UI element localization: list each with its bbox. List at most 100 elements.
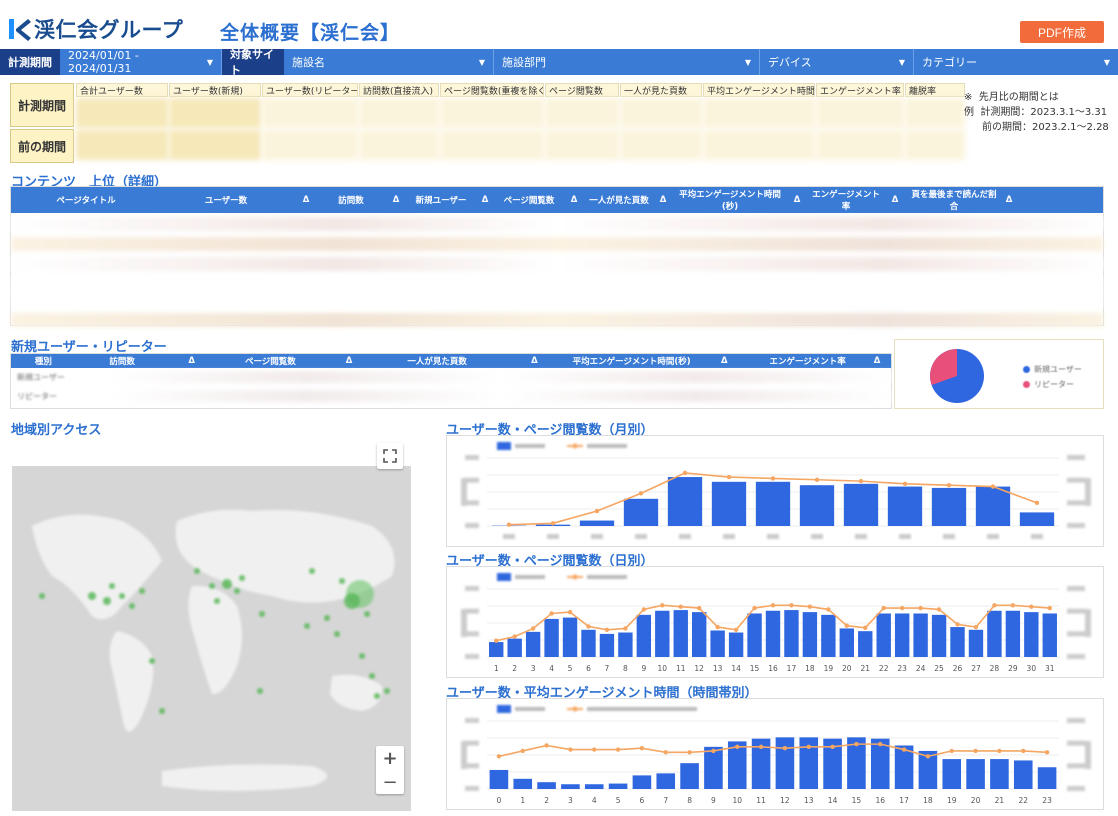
map-zoom-in-button[interactable]: + xyxy=(376,746,404,770)
chart-bar[interactable] xyxy=(525,631,541,657)
chart-point[interactable] xyxy=(807,604,813,609)
delta-column-header[interactable]: Δ xyxy=(559,195,589,205)
chart-bar[interactable] xyxy=(728,632,744,657)
chart-bar[interactable] xyxy=(966,759,985,789)
chart-bar[interactable] xyxy=(975,486,1011,526)
chart-point[interactable] xyxy=(1029,604,1034,609)
table-row[interactable] xyxy=(111,371,891,383)
chart-point[interactable] xyxy=(592,747,597,752)
chart-point[interactable] xyxy=(782,746,788,751)
chart-point[interactable] xyxy=(789,603,794,608)
chart-bar[interactable] xyxy=(942,759,962,789)
chart-bar[interactable] xyxy=(775,737,795,789)
chart-bar[interactable] xyxy=(755,481,791,526)
chart-point[interactable] xyxy=(496,754,502,759)
delta-column-header[interactable]: Δ xyxy=(783,195,811,205)
delta-column-header[interactable]: Δ xyxy=(502,356,567,366)
chart-bar[interactable] xyxy=(802,612,818,657)
chart-bar[interactable] xyxy=(673,610,688,657)
chart-point[interactable] xyxy=(1021,748,1026,754)
chart-point[interactable] xyxy=(639,746,645,751)
column-header[interactable]: エンゲージメント率 xyxy=(811,188,881,212)
column-header[interactable]: 一人が見た頁数 xyxy=(372,355,502,367)
table-row[interactable] xyxy=(11,277,1103,307)
chart-bar[interactable] xyxy=(599,633,615,657)
chart-point[interactable] xyxy=(992,603,997,608)
chart-bar[interactable] xyxy=(584,784,604,789)
chart-point[interactable] xyxy=(973,624,979,630)
chart-point[interactable] xyxy=(586,624,591,629)
map-zoom-out-button[interactable]: − xyxy=(376,770,404,794)
chart-point[interactable] xyxy=(946,483,952,488)
chart-bar[interactable] xyxy=(1037,767,1057,789)
column-header[interactable]: 一人が見た頁数 xyxy=(589,194,649,206)
chart-bar[interactable] xyxy=(507,638,522,657)
chart-point[interactable] xyxy=(506,522,512,527)
chart-bar[interactable] xyxy=(990,759,1009,789)
period-select[interactable]: 2024/01/01 - 2024/01/31 ▼ xyxy=(60,49,222,75)
chart-bar[interactable] xyxy=(513,778,533,789)
chart-bar[interactable] xyxy=(655,610,670,657)
chart-point[interactable] xyxy=(568,747,573,752)
device-select[interactable]: デバイス ▼ xyxy=(760,49,914,75)
chart-bar[interactable] xyxy=(931,487,967,526)
chart-point[interactable] xyxy=(682,470,688,476)
chart-point[interactable] xyxy=(925,754,931,759)
column-header[interactable]: ページ閲覧数 xyxy=(499,194,559,206)
region-map[interactable]: + − xyxy=(12,466,411,811)
table-row[interactable] xyxy=(111,390,891,402)
chart-bar[interactable] xyxy=(710,630,725,657)
column-header[interactable]: 頁を最後まで読んだ割合 xyxy=(909,188,999,212)
column-header[interactable]: 種別 xyxy=(11,355,76,367)
pdf-create-button[interactable]: PDF作成 xyxy=(1020,21,1104,43)
chart-point[interactable] xyxy=(735,744,740,750)
column-header[interactable]: 平均エンゲージメント時間(秒) xyxy=(677,188,783,212)
facility-department-select[interactable]: 施設部門 ▼ xyxy=(494,49,760,75)
chart-bar[interactable] xyxy=(632,775,652,789)
chart-bar[interactable] xyxy=(704,746,723,789)
chart-bar[interactable] xyxy=(913,613,928,657)
chart-point[interactable] xyxy=(863,625,868,630)
chart-bar[interactable] xyxy=(887,486,923,526)
chart-bar[interactable] xyxy=(876,613,891,657)
newrep-row-repeater[interactable]: リピーター xyxy=(17,391,57,402)
chart-bar[interactable] xyxy=(656,773,676,789)
chart-point[interactable] xyxy=(520,748,525,754)
chart-point[interactable] xyxy=(1044,750,1050,755)
chart-point[interactable] xyxy=(854,741,859,747)
chart-point[interactable] xyxy=(973,748,978,754)
chart-bar[interactable] xyxy=(894,613,910,657)
chart-bar[interactable] xyxy=(561,784,580,789)
chart-point[interactable] xyxy=(687,750,692,755)
chart-point[interactable] xyxy=(806,744,811,750)
column-header[interactable]: 訪問数 xyxy=(321,194,381,206)
chart-bar[interactable] xyxy=(489,769,509,789)
category-select[interactable]: カテゴリー ▼ xyxy=(914,49,1118,75)
chart-point[interactable] xyxy=(678,604,683,609)
column-header[interactable]: 新規ユーザー xyxy=(411,194,471,206)
table-row[interactable] xyxy=(11,237,1103,251)
chart-bar[interactable] xyxy=(489,642,504,657)
chart-bar[interactable] xyxy=(747,613,762,657)
chart-bar[interactable] xyxy=(931,614,947,657)
chart-point[interactable] xyxy=(902,481,908,487)
chart-point[interactable] xyxy=(955,622,960,627)
column-header[interactable]: ページタイトル xyxy=(11,194,161,206)
delta-column-header[interactable]: Δ xyxy=(326,356,372,366)
column-header[interactable]: ページ閲覧数 xyxy=(215,355,326,367)
chart-bar[interactable] xyxy=(711,481,747,526)
chart-point[interactable] xyxy=(567,609,573,615)
column-header[interactable]: 訪問数 xyxy=(76,355,169,367)
chart-point[interactable] xyxy=(826,607,831,612)
chart-bar[interactable] xyxy=(636,614,652,657)
chart-point[interactable] xyxy=(901,747,907,752)
chart-point[interactable] xyxy=(990,484,996,489)
chart-bar[interactable] xyxy=(1019,512,1055,526)
chart-point[interactable] xyxy=(623,626,628,631)
chart-bar[interactable] xyxy=(858,631,873,657)
map-fullscreen-button[interactable] xyxy=(377,443,403,469)
delta-column-header[interactable]: Δ xyxy=(291,195,321,205)
chart-point[interactable] xyxy=(1010,603,1016,608)
chart-bar[interactable] xyxy=(623,498,659,526)
chart-bar[interactable] xyxy=(843,483,879,526)
